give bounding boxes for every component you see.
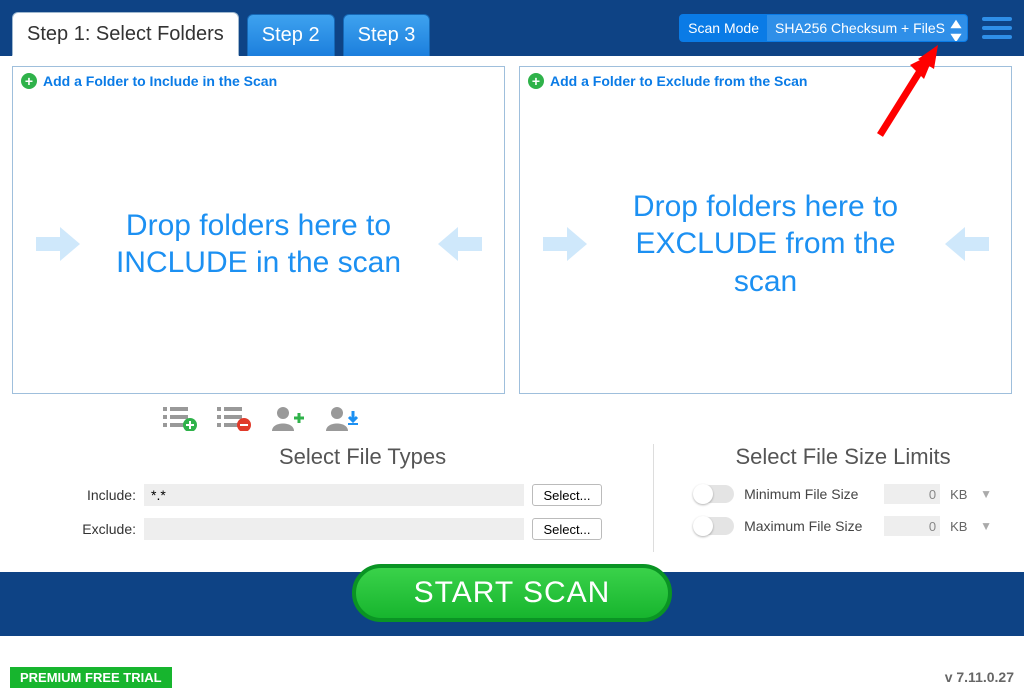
file-types-title: Select File Types bbox=[72, 444, 653, 470]
tab-step-3[interactable]: Step 3 bbox=[343, 14, 431, 56]
plus-icon: + bbox=[528, 73, 544, 89]
footer: PREMIUM FREE TRIAL v 7.11.0.27 bbox=[0, 663, 1024, 691]
max-size-unit-dropdown[interactable]: ▼ bbox=[980, 519, 992, 533]
scan-mode-dropdown[interactable] bbox=[767, 15, 967, 41]
file-size-title: Select File Size Limits bbox=[694, 444, 992, 470]
add-exclude-folder-link[interactable]: Add a Folder to Exclude from the Scan bbox=[550, 73, 807, 89]
start-bar: START SCAN bbox=[0, 572, 1024, 636]
file-size-section: Select File Size Limits Minimum File Siz… bbox=[654, 444, 1012, 552]
plus-icon: + bbox=[21, 73, 37, 89]
version-label: v 7.11.0.27 bbox=[945, 669, 1014, 685]
exclude-folders-panel: + Add a Folder to Exclude from the Scan … bbox=[519, 66, 1012, 394]
arrow-left-icon bbox=[945, 227, 989, 261]
min-size-input[interactable] bbox=[884, 484, 940, 504]
top-bar: Step 1: Select Folders Step 2 Step 3 Sca… bbox=[0, 0, 1024, 56]
arrow-right-icon bbox=[36, 227, 80, 261]
step-tabs: Step 1: Select Folders Step 2 Step 3 bbox=[12, 12, 430, 56]
min-size-unit-dropdown[interactable]: ▼ bbox=[980, 487, 992, 501]
add-include-folder-link[interactable]: Add a Folder to Include in the Scan bbox=[43, 73, 277, 89]
menu-icon[interactable] bbox=[982, 14, 1012, 42]
exclude-drop-zone[interactable]: Drop folders here to EXCLUDE from the sc… bbox=[520, 95, 1011, 393]
list-add-icon[interactable] bbox=[162, 404, 198, 432]
max-size-unit: KB bbox=[950, 519, 970, 534]
max-size-toggle[interactable] bbox=[694, 517, 734, 535]
exclude-types-select-button[interactable]: Select... bbox=[532, 518, 602, 540]
tab-step-1[interactable]: Step 1: Select Folders bbox=[12, 12, 239, 56]
profile-add-icon[interactable] bbox=[270, 404, 306, 432]
profile-import-icon[interactable] bbox=[324, 404, 360, 432]
include-drop-zone[interactable]: Drop folders here to INCLUDE in the scan bbox=[13, 95, 504, 393]
trial-badge[interactable]: PREMIUM FREE TRIAL bbox=[10, 667, 172, 688]
arrow-left-icon bbox=[438, 227, 482, 261]
include-types-select-button[interactable]: Select... bbox=[532, 484, 602, 506]
scan-mode-label: Scan Mode bbox=[680, 20, 767, 36]
exclude-drop-text: Drop folders here to EXCLUDE from the sc… bbox=[601, 188, 931, 301]
folder-list-toolbar bbox=[12, 394, 1012, 438]
include-types-label: Include: bbox=[72, 487, 136, 503]
tab-step-2[interactable]: Step 2 bbox=[247, 14, 335, 56]
include-types-input[interactable] bbox=[144, 484, 524, 506]
max-size-input[interactable] bbox=[884, 516, 940, 536]
list-remove-icon[interactable] bbox=[216, 404, 252, 432]
exclude-types-label: Exclude: bbox=[72, 521, 136, 537]
min-size-toggle[interactable] bbox=[694, 485, 734, 503]
file-types-section: Select File Types Include: Select... Exc… bbox=[12, 444, 654, 552]
include-drop-text: Drop folders here to INCLUDE in the scan bbox=[94, 207, 424, 282]
start-scan-button[interactable]: START SCAN bbox=[352, 564, 672, 622]
exclude-types-input[interactable] bbox=[144, 518, 524, 540]
max-size-label: Maximum File Size bbox=[744, 518, 874, 534]
main-content: + Add a Folder to Include in the Scan Dr… bbox=[0, 56, 1024, 552]
include-folders-panel: + Add a Folder to Include in the Scan Dr… bbox=[12, 66, 505, 394]
scan-mode-selector[interactable]: Scan Mode bbox=[679, 14, 968, 42]
min-size-label: Minimum File Size bbox=[744, 486, 874, 502]
arrow-right-icon bbox=[543, 227, 587, 261]
min-size-unit: KB bbox=[950, 487, 970, 502]
